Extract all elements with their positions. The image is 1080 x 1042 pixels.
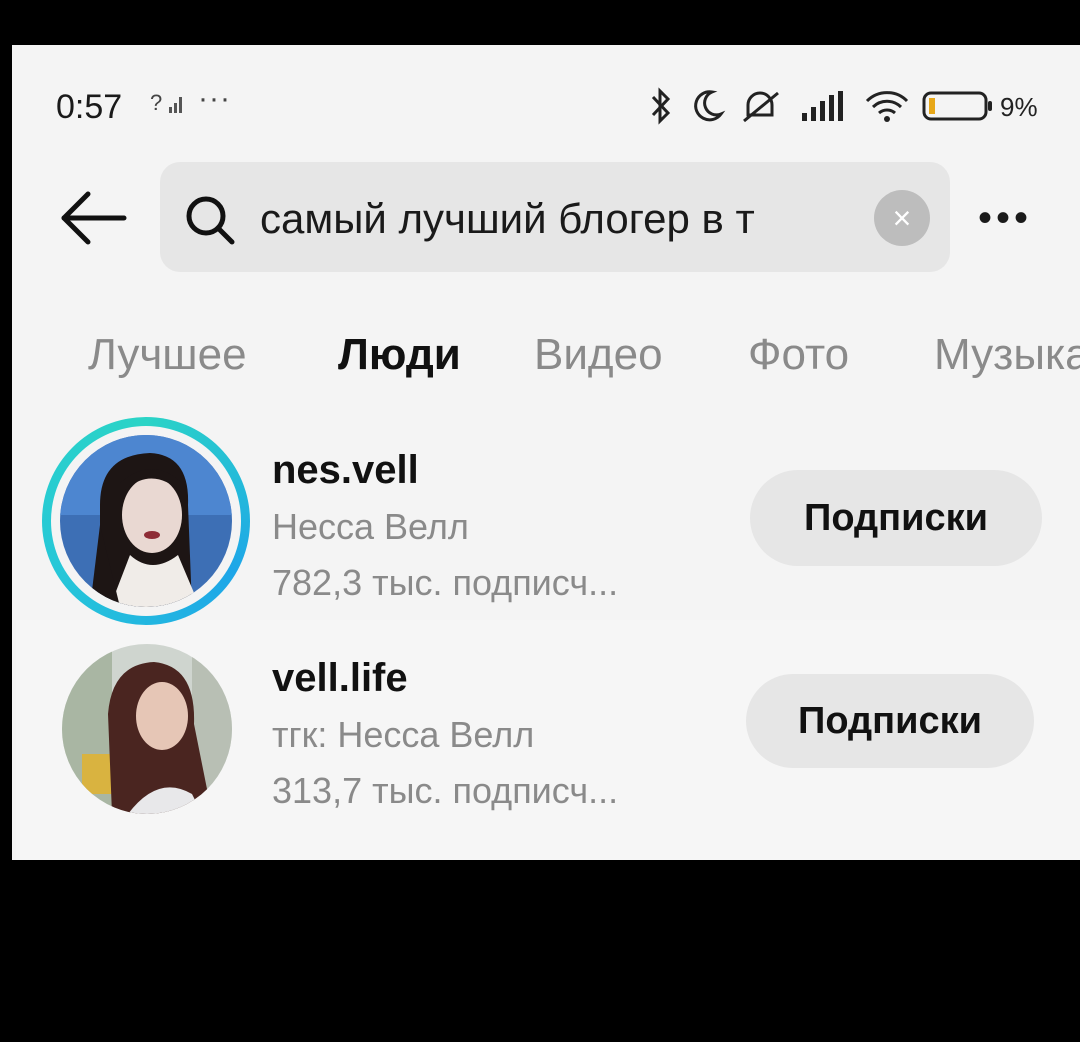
avatar[interactable] [60,435,232,607]
mute-icon [738,86,788,126]
username[interactable]: nes.vell [272,448,419,493]
tab-people[interactable]: Люди [338,330,461,380]
moon-icon [690,86,726,126]
follower-count: 782,3 тыс. подписч... [272,562,619,603]
arrow-left-icon [61,191,127,245]
sim-indicator: ? [150,90,184,116]
sim-text: ? [150,90,163,115]
follower-count: 313,7 тыс. подписч... [272,770,619,811]
back-button[interactable] [58,188,130,248]
bluetooth-icon [648,86,674,126]
username[interactable]: vell.life [272,656,408,701]
avatar[interactable] [62,644,232,814]
full-name: Несса Велл [272,506,469,547]
search-bar[interactable]: самый лучший блогер в т × [160,162,950,272]
tab-video[interactable]: Видео [534,330,663,380]
search-input[interactable]: самый лучший блогер в т [260,195,755,243]
close-icon: × [892,199,912,236]
tab-best[interactable]: Лучшее [88,330,247,380]
following-button[interactable]: Подписки [750,470,1042,566]
following-button[interactable]: Подписки [746,674,1034,768]
full-name: тгк: Несса Велл [272,714,535,755]
cell-signal-icon [800,86,848,126]
more-options-button[interactable]: ••• [978,196,1032,241]
wifi-icon [862,86,912,126]
battery-icon [922,86,996,126]
battery-percent: 9% [1000,92,1038,122]
clear-search-button[interactable]: × [874,190,930,246]
search-icon [182,192,238,248]
tab-photo[interactable]: Фото [748,330,849,380]
more-dots-icon: ••• [978,196,1033,240]
tab-music[interactable]: Музыка [934,330,1080,380]
results-tabs: Лучшее Люди Видео Фото Музыка [0,330,1080,400]
status-time: 0:57 [56,88,123,126]
sim-signal-icon [169,97,183,114]
status-more-dots: ··· [198,82,231,115]
